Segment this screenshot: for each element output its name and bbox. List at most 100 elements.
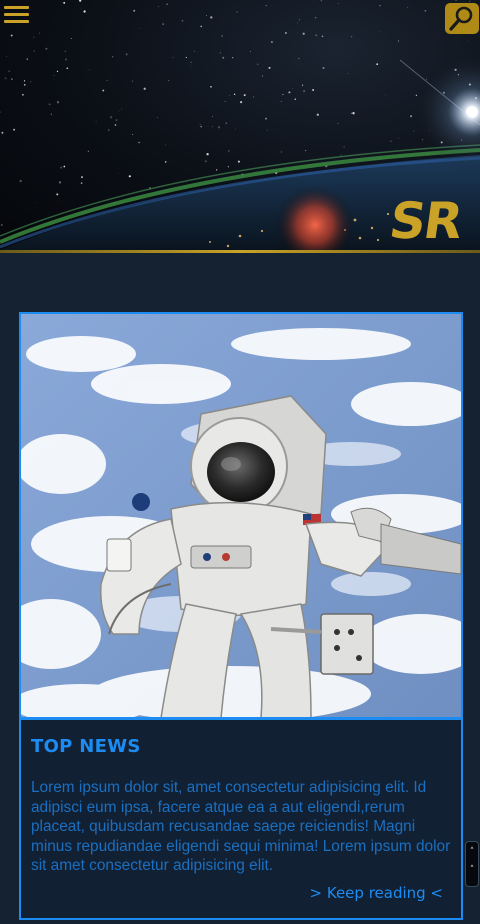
- star: [233, 93, 236, 96]
- scroll-to-top-widget[interactable]: ˄ ˄: [465, 841, 479, 887]
- star: [225, 122, 228, 125]
- star: [53, 75, 55, 76]
- hamburger-menu-icon[interactable]: [4, 6, 30, 30]
- search-button[interactable]: [445, 3, 479, 34]
- star: [303, 90, 306, 93]
- star: [340, 154, 342, 156]
- menu-bar-bottom: [4, 20, 29, 23]
- star: [199, 124, 201, 126]
- astronaut-spacewalk-image: [21, 314, 461, 718]
- star: [87, 150, 89, 152]
- star: [0, 224, 3, 226]
- star: [232, 56, 234, 59]
- star: [48, 103, 51, 106]
- star: [222, 56, 225, 59]
- star: [115, 119, 118, 121]
- star: [190, 61, 192, 64]
- star: [379, 4, 381, 7]
- star: [216, 169, 218, 171]
- hero-divider: [0, 250, 480, 253]
- star: [138, 141, 140, 144]
- star: [292, 88, 294, 89]
- star: [4, 77, 7, 80]
- star: [210, 16, 213, 19]
- star: [143, 87, 146, 90]
- star: [140, 27, 142, 29]
- star: [236, 11, 238, 13]
- star: [298, 19, 301, 21]
- star: [351, 112, 353, 114]
- star: [80, 8, 82, 9]
- star: [219, 52, 221, 54]
- star: [424, 9, 427, 12]
- hero-banner: SR: [0, 0, 480, 250]
- star: [107, 129, 110, 131]
- star: [347, 73, 349, 74]
- star: [95, 120, 97, 122]
- star: [102, 89, 105, 92]
- keep-reading-link[interactable]: > Keep reading <: [310, 884, 443, 902]
- star: [164, 161, 167, 163]
- star: [111, 56, 114, 58]
- star: [114, 124, 117, 126]
- star: [467, 40, 469, 42]
- star: [398, 137, 400, 139]
- star: [200, 25, 203, 28]
- star: [168, 80, 170, 81]
- star: [221, 35, 223, 37]
- scroll-top-arrow-icon[interactable]: ˄: [466, 866, 478, 875]
- star: [397, 40, 400, 42]
- star: [217, 126, 221, 129]
- star: [262, 75, 264, 77]
- star: [58, 181, 62, 184]
- page: SR TOP NEWS Lorem ipsum dolor sit, amet …: [0, 0, 480, 924]
- star: [172, 57, 174, 59]
- star: [158, 5, 160, 7]
- star: [313, 1, 315, 3]
- star: [294, 98, 297, 100]
- star: [56, 193, 59, 196]
- star: [26, 58, 29, 60]
- star: [45, 47, 48, 50]
- star: [265, 117, 267, 120]
- star: [229, 95, 230, 96]
- star: [204, 160, 207, 163]
- star: [312, 89, 315, 91]
- star: [109, 116, 113, 119]
- star: [33, 36, 35, 38]
- star: [297, 32, 298, 34]
- star: [50, 113, 53, 115]
- star: [257, 63, 259, 65]
- menu-bar-top: [4, 6, 29, 9]
- scroll-up-arrow-icon[interactable]: ˄: [466, 848, 478, 857]
- star: [70, 37, 72, 40]
- magnifier-icon: [449, 6, 473, 31]
- star: [125, 53, 128, 56]
- star: [56, 101, 60, 104]
- star: [302, 84, 304, 86]
- star: [6, 55, 7, 57]
- star: [240, 101, 243, 104]
- star: [10, 34, 13, 37]
- star: [133, 9, 136, 12]
- star: [132, 134, 134, 136]
- star: [1, 131, 4, 134]
- star: [280, 151, 283, 153]
- star: [270, 41, 273, 44]
- star: [83, 10, 86, 13]
- star: [351, 36, 353, 38]
- star: [162, 23, 165, 26]
- star: [165, 144, 166, 146]
- star: [36, 202, 38, 203]
- star: [469, 0, 471, 2]
- star: [413, 130, 415, 132]
- star: [280, 101, 282, 102]
- star: [33, 50, 35, 52]
- star: [118, 110, 120, 112]
- star: [314, 16, 317, 19]
- star: [131, 80, 134, 82]
- star: [23, 80, 26, 82]
- star: [81, 176, 83, 179]
- star: [206, 15, 207, 16]
- star: [343, 146, 345, 148]
